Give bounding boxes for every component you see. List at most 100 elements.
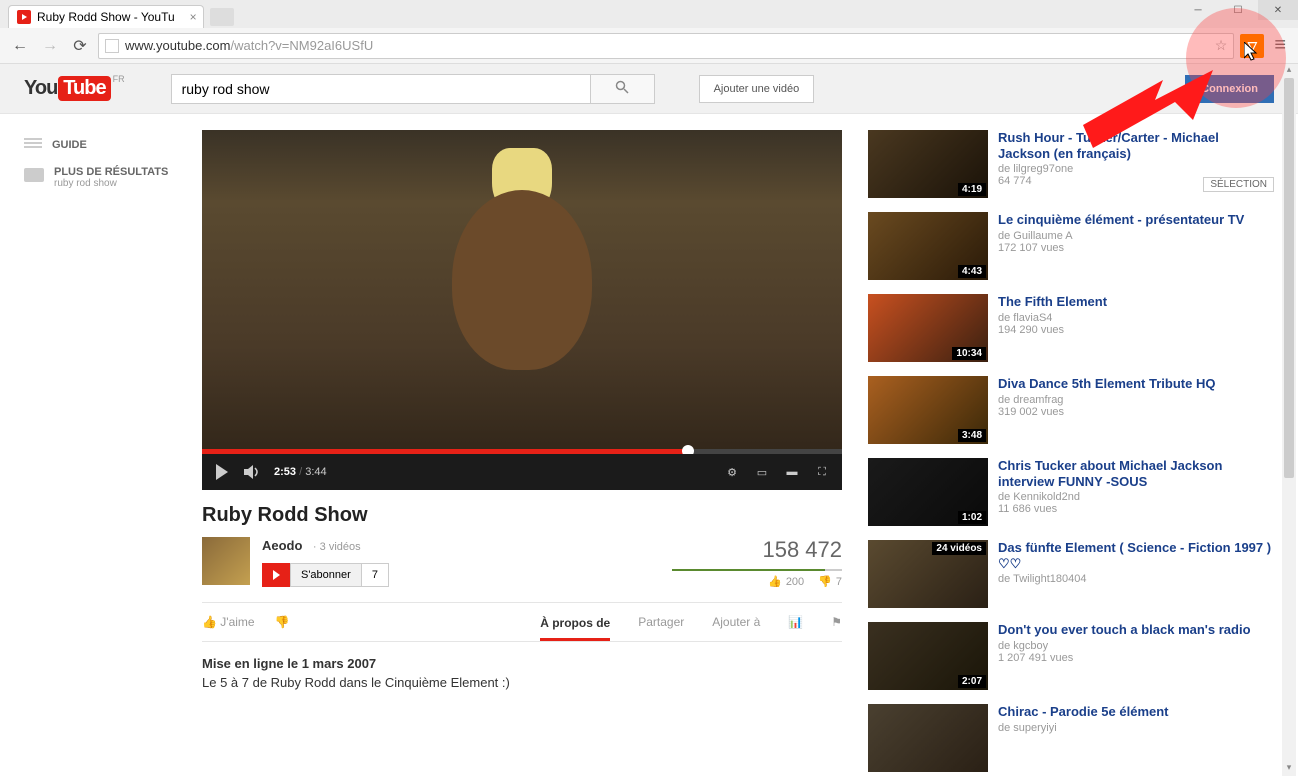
scroll-up-icon[interactable]: ▴ [1282, 64, 1296, 78]
suggestion-author: de Guillaume A [998, 230, 1274, 242]
suggestion-thumbnail[interactable]: 1:02 [868, 458, 988, 526]
more-results-link[interactable]: PLUS DE RÉSULTATS ruby rod show [24, 160, 194, 195]
tab-title: Ruby Rodd Show - YouTu [37, 10, 175, 24]
dislike-button[interactable]: 👎 [275, 615, 290, 629]
suggestion-thumbnail[interactable] [868, 704, 988, 772]
like-count[interactable]: 👍200 [768, 575, 804, 588]
suggestion-title[interactable]: Das fünfte Element ( Science - Fiction 1… [998, 540, 1274, 571]
channel-name[interactable]: Aeodo [262, 538, 302, 553]
suggestion-item[interactable]: 2:07 Don't you ever touch a black man's … [868, 622, 1274, 690]
fullscreen-icon[interactable]: ⛶ [814, 466, 830, 479]
suggestion-views: 319 002 vues [998, 406, 1274, 418]
upload-date: Mise en ligne le 1 mars 2007 [202, 656, 842, 671]
tab-flag-icon[interactable]: ⚑ [831, 615, 842, 629]
suggestion-title[interactable]: Diva Dance 5th Element Tribute HQ [998, 376, 1274, 392]
extension-button[interactable]: ▽ [1240, 34, 1264, 58]
suggestion-thumbnail[interactable]: 10:34 [868, 294, 988, 362]
popup-icon[interactable]: ▭ [754, 466, 770, 479]
search-input[interactable] [171, 74, 591, 104]
suggestion-title[interactable]: Don't you ever touch a black man's radio [998, 622, 1274, 638]
volume-button[interactable] [244, 465, 260, 479]
suggestion-views: 1 207 491 vues [998, 652, 1274, 664]
suggestions-column: 4:19 Rush Hour - Tucker/Carter - Michael… [850, 130, 1274, 778]
theater-icon[interactable]: ▬ [784, 466, 800, 478]
forward-button[interactable]: → [38, 34, 62, 58]
scrollbar[interactable]: ▴ ▾ [1282, 64, 1296, 776]
suggestion-item[interactable]: Chirac - Parodie 5e élément de superyiyi [868, 704, 1274, 772]
dislike-count[interactable]: 👎7 [818, 575, 842, 588]
window-maximize-button[interactable]: ☐ [1218, 0, 1258, 20]
duration-badge: 4:43 [958, 265, 986, 278]
new-tab-button[interactable] [210, 8, 234, 26]
suggestion-title[interactable]: The Fifth Element [998, 294, 1274, 310]
address-bar: ← → ⟳ www.youtube.com/watch?v=NM92aI6USf… [0, 28, 1298, 64]
suggestion-thumbnail[interactable]: 3:48 [868, 376, 988, 444]
settings-icon[interactable]: ⚙ [724, 466, 740, 479]
video-time: 2:53 / 3:44 [274, 466, 327, 478]
scroll-down-icon[interactable]: ▾ [1282, 762, 1296, 776]
window-minimize-button[interactable]: ─ [1178, 0, 1218, 20]
subscribe-button[interactable]: S'abonner [290, 563, 362, 587]
guide-label: GUIDE [52, 139, 87, 151]
suggestion-views: 172 107 vues [998, 242, 1274, 254]
signin-button[interactable]: Connexion [1185, 75, 1274, 103]
suggestion-views: 64 774SÉLECTION [998, 175, 1274, 187]
duration-badge: 10:34 [952, 347, 986, 360]
reload-button[interactable]: ⟳ [68, 34, 92, 58]
channel-row: Aeodo · 3 vidéos S'abonner 7 158 472 👍20… [202, 537, 842, 588]
duration-badge: 2:07 [958, 675, 986, 688]
video-controls: 2:53 / 3:44 ⚙ ▭ ▬ ⛶ [202, 454, 842, 490]
search-button[interactable] [591, 74, 655, 104]
guide-link[interactable]: GUIDE [24, 130, 194, 160]
bookmark-star-icon[interactable]: ☆ [1215, 37, 1228, 54]
playlist-badge: 24 vidéos [932, 542, 986, 555]
back-button[interactable]: ← [8, 34, 32, 58]
thumb-up-icon: 👍 [768, 575, 782, 588]
subscriber-count: 7 [362, 563, 389, 587]
omnibox[interactable]: www.youtube.com/watch?v=NM92aI6USfU ☆ [98, 33, 1234, 59]
tab-addto[interactable]: Ajouter à [712, 615, 760, 629]
suggestion-item[interactable]: 3:48 Diva Dance 5th Element Tribute HQ d… [868, 376, 1274, 444]
channel-avatar[interactable] [202, 537, 250, 585]
upload-button[interactable]: Ajouter une vidéo [699, 75, 815, 103]
suggestion-title[interactable]: Le cinquième élément - présentateur TV [998, 212, 1274, 228]
subscribe-play-icon[interactable] [262, 563, 290, 587]
suggestion-title[interactable]: Rush Hour - Tucker/Carter - Michael Jack… [998, 130, 1274, 161]
suggestion-author: de flaviaS4 [998, 312, 1274, 324]
tab-share[interactable]: Partager [638, 615, 684, 629]
scrollbar-thumb[interactable] [1284, 78, 1294, 478]
suggestion-item[interactable]: 24 vidéos Das fünfte Element ( Science -… [868, 540, 1274, 608]
suggestion-item[interactable]: 4:19 Rush Hour - Tucker/Carter - Michael… [868, 130, 1274, 198]
likes-bar [672, 569, 842, 571]
suggestion-thumbnail[interactable]: 24 vidéos [868, 540, 988, 608]
duration-badge: 3:48 [958, 429, 986, 442]
video-title: Ruby Rodd Show [202, 504, 842, 527]
suggestion-title[interactable]: Chris Tucker about Michael Jackson inter… [998, 458, 1274, 489]
results-title: PLUS DE RÉSULTATS [54, 166, 168, 178]
suggestion-title[interactable]: Chirac - Parodie 5e élément [998, 704, 1274, 720]
results-icon [24, 168, 44, 182]
search-form [171, 74, 655, 104]
suggestion-item[interactable]: 10:34 The Fifth Element de flaviaS4 194 … [868, 294, 1274, 362]
duration-badge: 4:19 [958, 183, 986, 196]
like-button[interactable]: 👍 J'aime [202, 615, 255, 629]
suggestion-author: de lilgreg97one [998, 163, 1274, 175]
video-player[interactable]: 2:53 / 3:44 ⚙ ▭ ▬ ⛶ [202, 130, 842, 490]
tab-about[interactable]: À propos de [540, 616, 610, 641]
chrome-menu-button[interactable]: ≡ [1270, 34, 1290, 57]
duration-badge: 1:02 [958, 511, 986, 524]
suggestion-thumbnail[interactable]: 4:19 [868, 130, 988, 198]
window-close-button[interactable]: ✕ [1258, 0, 1298, 20]
view-count: 158 472 [672, 537, 842, 563]
tab-stats-icon[interactable]: 📊 [788, 615, 803, 629]
youtube-favicon-icon [17, 10, 31, 24]
browser-tab[interactable]: Ruby Rodd Show - YouTu × [8, 5, 204, 28]
suggestion-item[interactable]: 1:02 Chris Tucker about Michael Jackson … [868, 458, 1274, 526]
suggestion-item[interactable]: 4:43 Le cinquième élément - présentateur… [868, 212, 1274, 280]
youtube-logo[interactable]: You Tube FR [24, 76, 111, 101]
suggestion-thumbnail[interactable]: 4:43 [868, 212, 988, 280]
tab-close-icon[interactable]: × [190, 10, 197, 24]
play-button[interactable] [214, 464, 230, 480]
suggestion-thumbnail[interactable]: 2:07 [868, 622, 988, 690]
suggestion-author: de Twilight180404 [998, 573, 1274, 585]
